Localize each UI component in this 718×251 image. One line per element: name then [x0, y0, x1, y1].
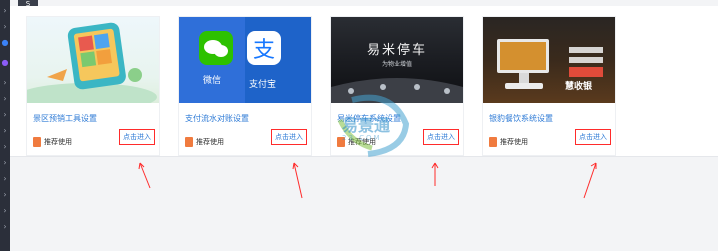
alipay-label: 支付宝: [249, 80, 277, 90]
recommend-label: 推荐使用: [44, 138, 72, 146]
card-title: 银豹餐饮系统设置: [489, 114, 553, 123]
recommend-label: 推荐使用: [196, 138, 224, 146]
pos-terminal-icon: [497, 39, 603, 89]
annotation-arrow-icon: [292, 162, 303, 199]
parking-banner-title: 易米停车: [366, 43, 427, 58]
page-background: [10, 156, 718, 251]
sidebar-mark-icon[interactable]: ›: [0, 22, 10, 32]
enter-link[interactable]: 点击进入: [271, 129, 307, 145]
sidebar-mark-icon[interactable]: ›: [0, 190, 10, 200]
sidebar-mark-icon[interactable]: ›: [0, 206, 10, 216]
recommend-icon: [185, 137, 193, 147]
sidebar-mark-icon[interactable]: ›: [0, 174, 10, 184]
svg-text:支: 支: [253, 38, 275, 63]
card-thumbnail: 慧收银: [483, 17, 615, 103]
sidebar-active-icon[interactable]: ●: [0, 58, 10, 68]
pos-banner-title: 慧收银: [565, 82, 593, 92]
card-title: 景区预销工具设置: [33, 114, 97, 123]
card-footer: 推荐使用 点击进入: [33, 129, 155, 149]
enter-link[interactable]: 点击进入: [575, 129, 611, 145]
annotation-arrow-icon: [138, 162, 151, 189]
watermark-subtext: 23 COM: [342, 134, 382, 142]
parking-banner-subtitle: 为物业增值: [381, 61, 412, 68]
card-scenic-tool[interactable]: 景区预销工具设置 推荐使用 点击进入: [26, 16, 160, 156]
enter-link[interactable]: 点击进入: [423, 129, 459, 145]
card-thumbnail: [27, 17, 159, 103]
card-title: 支付流水对账设置: [185, 114, 249, 123]
recommend-icon: [489, 137, 497, 147]
left-sidebar: › › ● ● › › › › › › › › › ›: [0, 0, 10, 251]
watermark-text: 易景通: [342, 116, 391, 135]
card-footer: 推荐使用 点击进入: [185, 129, 307, 149]
card-thumbnail: 支 微信 支付宝: [179, 17, 311, 103]
recommend-label: 推荐使用: [500, 138, 528, 146]
sidebar-mark-icon[interactable]: ›: [0, 222, 10, 232]
enter-link[interactable]: 点击进入: [119, 129, 155, 145]
wechat-alipay-icon: 支: [179, 17, 311, 103]
card-payment-reconcile[interactable]: 支 微信 支付宝 支付流水对账设置 推荐使用 点击进入: [178, 16, 312, 156]
wechat-label: 微信: [203, 76, 222, 86]
sidebar-mark-icon[interactable]: ›: [0, 110, 10, 120]
annotation-arrow-icon: [431, 162, 439, 186]
annotation-arrow-icon: [583, 162, 597, 199]
sidebar-mark-icon[interactable]: ›: [0, 94, 10, 104]
app-phone-icon: [27, 22, 157, 103]
sidebar-mark-icon[interactable]: ›: [0, 78, 10, 88]
sidebar-mark-icon[interactable]: ›: [0, 142, 10, 152]
card-footer: 推荐使用 点击进入: [489, 129, 611, 149]
sidebar-mark-icon[interactable]: ›: [0, 6, 10, 16]
sidebar-mark-icon[interactable]: ›: [0, 126, 10, 136]
watermark: 易景通 23 COM: [332, 90, 422, 160]
sidebar-mark-icon[interactable]: ›: [0, 158, 10, 168]
recommend-icon: [33, 137, 41, 147]
card-catering-system[interactable]: 慧收银 银豹餐饮系统设置 推荐使用 点击进入: [482, 16, 616, 156]
sidebar-active-icon[interactable]: ●: [0, 38, 10, 48]
